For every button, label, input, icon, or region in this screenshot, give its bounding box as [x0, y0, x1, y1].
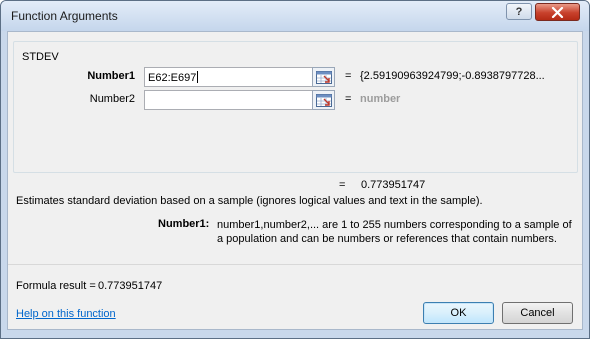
number1-equals: = — [345, 70, 352, 82]
function-result-equals: = — [339, 179, 346, 191]
help-button[interactable]: ? — [506, 3, 532, 20]
function-groupbox: STDEV Number1 E62:E697 = {2.591909639247… — [13, 41, 578, 173]
close-button[interactable] — [535, 3, 580, 21]
ok-button[interactable]: OK — [423, 302, 494, 324]
function-name-label: STDEV — [22, 51, 59, 63]
formula-result-value: 0.773951747 — [98, 280, 163, 292]
function-arguments-dialog: Function Arguments ? STDEV Number1 E62:E… — [0, 0, 590, 339]
range-select-icon — [316, 94, 332, 107]
cancel-button[interactable]: Cancel — [502, 302, 573, 324]
title-bar: Function Arguments ? — [1, 1, 589, 31]
number1-input[interactable]: E62:E697 — [144, 67, 334, 87]
divider — [8, 264, 582, 265]
number2-label: Number2 — [89, 93, 135, 105]
number2-input[interactable] — [144, 90, 334, 110]
help-icon: ? — [515, 6, 523, 18]
close-icon — [551, 7, 564, 18]
function-result-value: 0.773951747 — [361, 179, 426, 191]
text-caret — [197, 71, 199, 83]
number2-equals: = — [345, 93, 352, 105]
number1-evaluated-value: {2.59190963924799;-0.8938797728... — [360, 70, 545, 82]
number1-collapse-button[interactable] — [312, 67, 335, 87]
argument-help-label: Number1: — [158, 218, 210, 230]
help-on-function-link[interactable]: Help on this function — [16, 308, 116, 320]
dialog-body: STDEV Number1 E62:E697 = {2.591909639247… — [7, 31, 583, 330]
function-description: Estimates standard deviation based on a … — [16, 195, 483, 207]
number1-label: Number1 — [87, 70, 135, 82]
range-select-icon — [316, 71, 332, 84]
dialog-title: Function Arguments — [11, 9, 118, 23]
number2-collapse-button[interactable] — [312, 90, 335, 110]
argument-help-text: number1,number2,... are 1 to 255 numbers… — [217, 219, 572, 245]
formula-result-label: Formula result = — [16, 280, 96, 292]
number1-input-value: E62:E697 — [148, 72, 197, 84]
number2-hint: number — [360, 93, 401, 105]
